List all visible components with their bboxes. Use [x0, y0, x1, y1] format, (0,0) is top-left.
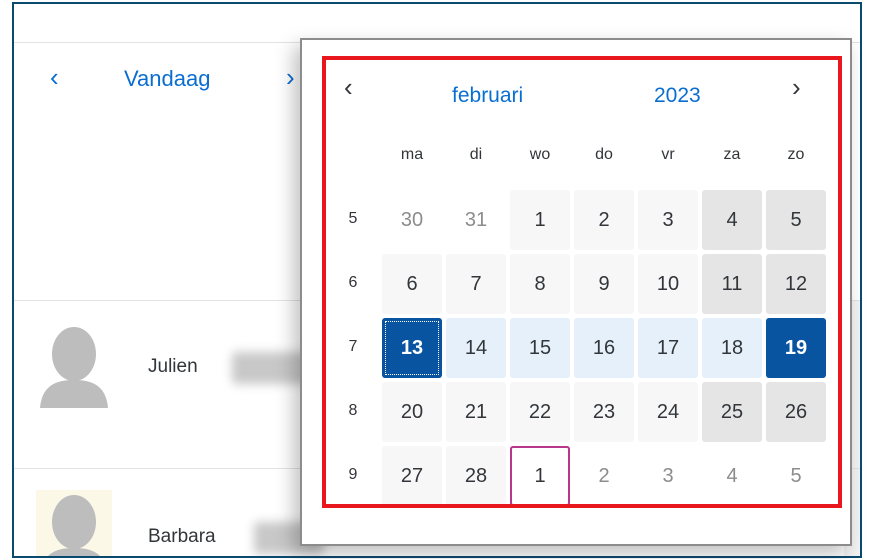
person-row[interactable]: Julien: [14, 322, 334, 412]
day-cell[interactable]: 17: [638, 318, 698, 378]
day-cell[interactable]: 10: [638, 254, 698, 314]
day-cell[interactable]: 15: [510, 318, 570, 378]
week-number: 7: [348, 338, 358, 355]
avatar-placeholder-icon: [36, 490, 112, 556]
day-cell[interactable]: 31: [446, 190, 506, 250]
day-cell[interactable]: 5: [766, 190, 826, 250]
weekday-header-di: di: [469, 146, 483, 163]
calendar: ‹ februari 2023 › ma di wo do vr za zo 5 30 31 1 2 3…: [326, 60, 838, 506]
weekday-header-do: do: [595, 146, 613, 163]
day-cell[interactable]: 11: [702, 254, 762, 314]
person-row[interactable]: Barbara: [14, 490, 334, 556]
day-cell[interactable]: 1: [510, 190, 570, 250]
day-cell[interactable]: 23: [574, 382, 634, 442]
day-cell[interactable]: 13: [382, 318, 442, 378]
day-cell[interactable]: 5: [766, 446, 826, 506]
day-cell[interactable]: 4: [702, 446, 762, 506]
next-period-icon[interactable]: ›: [286, 64, 295, 90]
day-cell[interactable]: 2: [574, 190, 634, 250]
day-cell[interactable]: 25: [702, 382, 762, 442]
week-number: 9: [348, 466, 358, 483]
day-cell[interactable]: 9: [574, 254, 634, 314]
weekday-header-zo: zo: [787, 146, 805, 163]
day-cell[interactable]: 3: [638, 446, 698, 506]
day-cell[interactable]: 19: [766, 318, 826, 378]
day-cell[interactable]: 7: [446, 254, 506, 314]
week-number: 5: [348, 210, 358, 227]
day-cell[interactable]: 27: [382, 446, 442, 506]
day-cell[interactable]: 24: [638, 382, 698, 442]
day-cell[interactable]: 3: [638, 190, 698, 250]
weekday-header-za: za: [723, 146, 741, 163]
day-cell[interactable]: 2: [574, 446, 634, 506]
week-number: 8: [348, 402, 358, 419]
day-cell[interactable]: 22: [510, 382, 570, 442]
month-button[interactable]: februari: [452, 84, 523, 108]
previous-month-icon[interactable]: ‹: [344, 74, 353, 100]
week-number: 6: [348, 274, 358, 291]
day-cell[interactable]: 30: [382, 190, 442, 250]
day-cell[interactable]: 4: [702, 190, 762, 250]
previous-period-icon[interactable]: ‹: [50, 64, 59, 90]
person-name: Barbara: [148, 526, 216, 547]
day-cell[interactable]: 21: [446, 382, 506, 442]
today-button[interactable]: Vandaag: [124, 66, 210, 92]
person-name: Julien: [148, 356, 198, 377]
day-cell[interactable]: 14: [446, 318, 506, 378]
weekday-header-vr: vr: [661, 146, 675, 163]
day-cell[interactable]: 28: [446, 446, 506, 506]
day-cell[interactable]: 6: [382, 254, 442, 314]
day-cell[interactable]: 12: [766, 254, 826, 314]
weekday-header-wo: wo: [529, 146, 551, 163]
year-button[interactable]: 2023: [654, 84, 701, 108]
day-cell[interactable]: 20: [382, 382, 442, 442]
avatar-placeholder-icon: [40, 327, 108, 408]
day-cell[interactable]: 16: [574, 318, 634, 378]
next-month-icon[interactable]: ›: [792, 74, 801, 100]
day-cell[interactable]: 18: [702, 318, 762, 378]
day-cell[interactable]: 1: [510, 446, 570, 506]
day-cell[interactable]: 26: [766, 382, 826, 442]
day-cell[interactable]: 8: [510, 254, 570, 314]
weekday-header-ma: ma: [400, 146, 424, 163]
